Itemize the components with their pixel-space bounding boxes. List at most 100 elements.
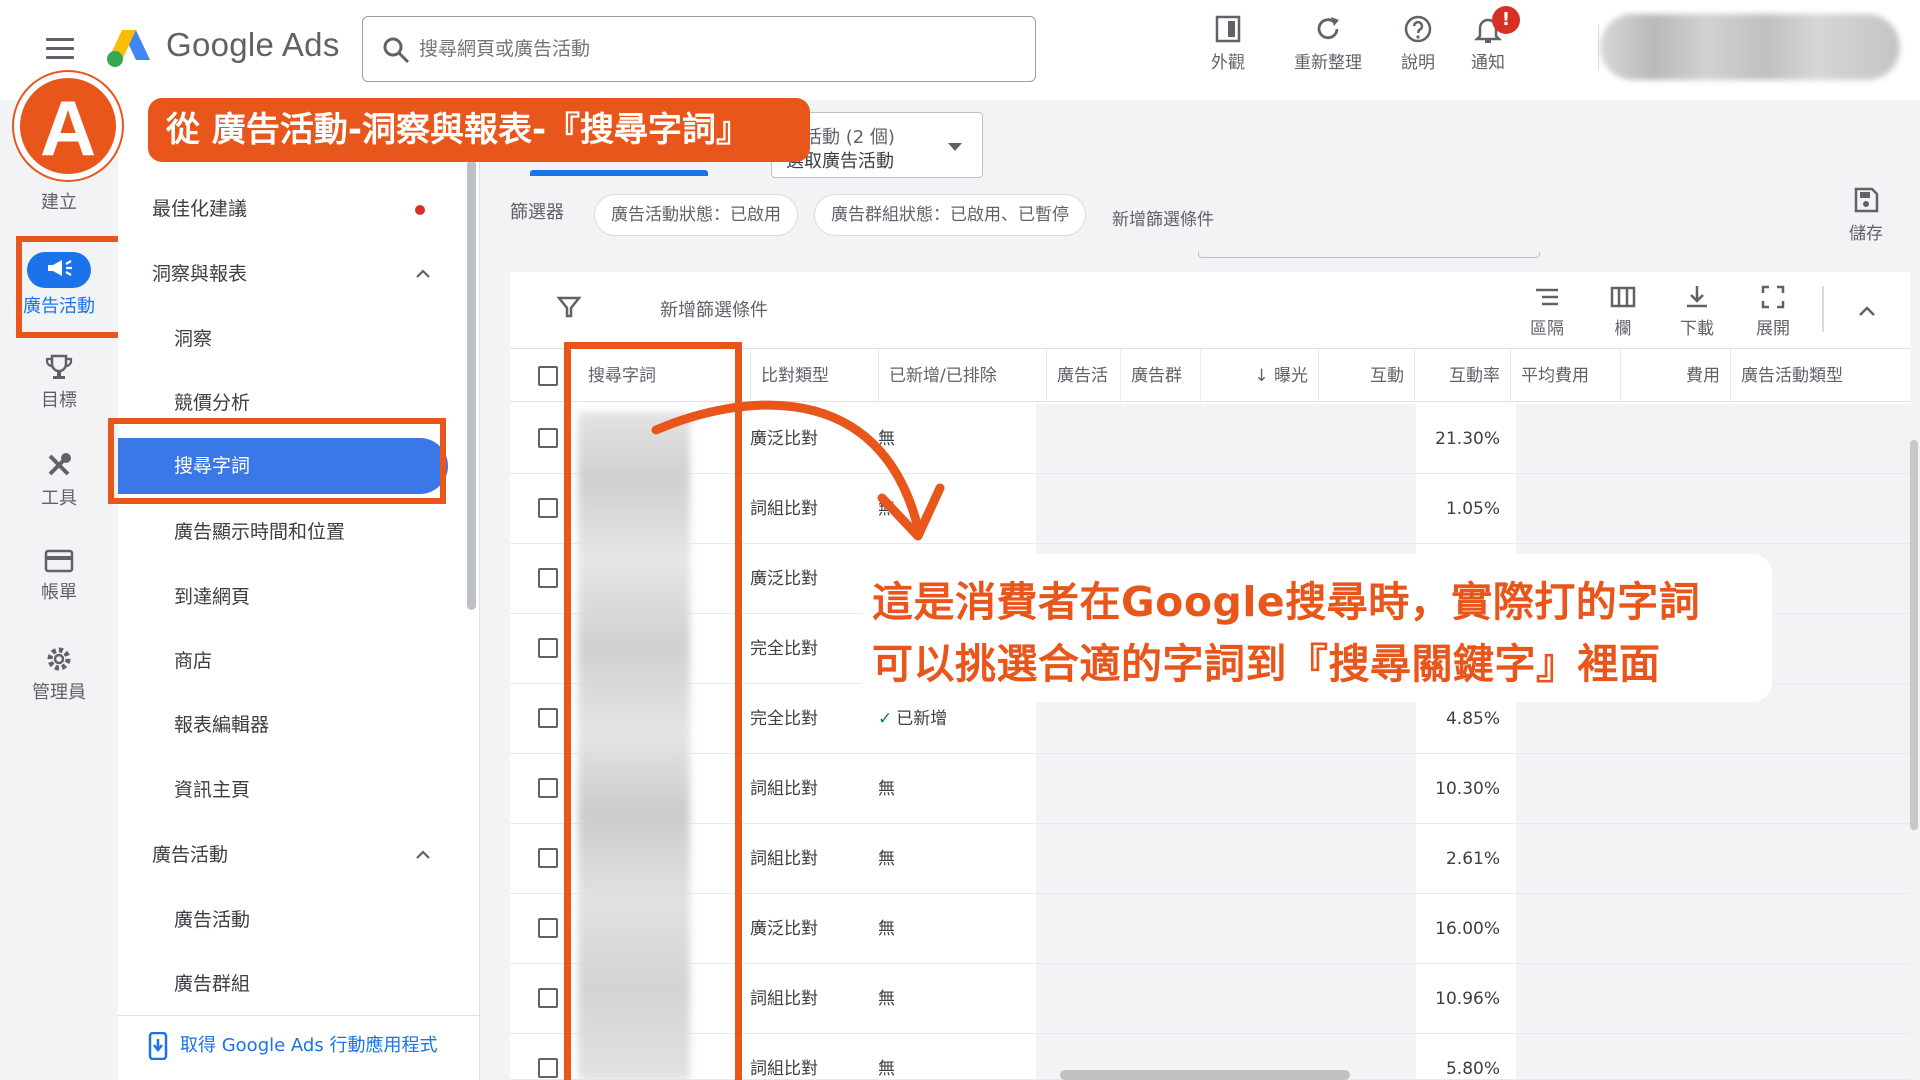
- rail-item-tools[interactable]: 工具: [0, 450, 118, 510]
- status-cell: 無: [878, 849, 895, 869]
- horizontal-scrollbar[interactable]: [1060, 1070, 1350, 1080]
- save-button[interactable]: 儲存: [1840, 186, 1892, 244]
- row-checkbox[interactable]: [538, 498, 558, 518]
- refresh-icon: [1317, 17, 1339, 40]
- ctr-cell: 5.80%: [1445, 1059, 1500, 1079]
- status-cell: 無: [878, 919, 895, 939]
- help-icon: [1404, 15, 1432, 43]
- row-checkbox[interactable]: [538, 638, 558, 658]
- ctr-cell: 21.30%: [1435, 429, 1500, 449]
- row-checkbox[interactable]: [538, 778, 558, 798]
- refresh-button[interactable]: 重新整理: [1286, 14, 1370, 78]
- segment-label: 區隔: [1530, 319, 1564, 339]
- credit-card-icon: [44, 549, 74, 573]
- menu-icon[interactable]: [46, 38, 74, 60]
- save-label: 儲存: [1849, 224, 1883, 244]
- nav-item-insights-reports[interactable]: 洞察與報表: [118, 246, 463, 302]
- segment-icon: [1536, 288, 1558, 306]
- ctr-cell: 2.61%: [1445, 849, 1500, 869]
- download-button[interactable]: 下載: [1662, 284, 1732, 339]
- status-cell: 無: [878, 989, 895, 1009]
- row-checkbox[interactable]: [538, 708, 558, 728]
- step-badge: A: [14, 72, 122, 180]
- nav-item-insights[interactable]: 洞察: [118, 311, 463, 367]
- search-terms-highlight-box: [108, 418, 446, 504]
- gear-icon: [47, 647, 71, 671]
- match-type-cell: 詞組比對: [750, 1059, 818, 1079]
- google-ads-logo-icon: [107, 30, 150, 67]
- nav-item-store[interactable]: 商店: [118, 633, 463, 689]
- notifications-button[interactable]: 通知 !: [1446, 6, 1530, 78]
- status-cell: 無: [878, 1059, 895, 1079]
- nav-item-campaigns-group[interactable]: 廣告活動: [118, 827, 463, 883]
- row-checkbox[interactable]: [538, 1058, 558, 1078]
- nav-item-when-where-ads-showed[interactable]: 廣告顯示時間和位置: [118, 504, 463, 560]
- account-switcher-blurred[interactable]: [1600, 14, 1900, 80]
- add-filter-link[interactable]: 新增篩選條件: [1112, 205, 1214, 230]
- filter-chip-campaign-status[interactable]: 廣告活動狀態：已啟用: [594, 194, 798, 236]
- rail-item-admin[interactable]: 管理員: [0, 644, 118, 704]
- nav-store-label: 商店: [174, 650, 213, 672]
- rail-tools-label: 工具: [41, 488, 77, 509]
- row-checkbox[interactable]: [538, 428, 558, 448]
- filter-chip-adgroup-status[interactable]: 廣告群組狀態：已啟用、已暫停: [814, 194, 1086, 236]
- table-add-filter[interactable]: 新增篩選條件: [660, 296, 768, 322]
- create-button[interactable]: 建立: [0, 188, 118, 214]
- tools-icon: [48, 453, 71, 476]
- row-checkbox[interactable]: [538, 988, 558, 1008]
- col-campaign-type[interactable]: 廣告活動類型: [1730, 349, 1880, 403]
- nav-scrollbar[interactable]: [467, 160, 476, 610]
- search-input[interactable]: [419, 32, 1019, 66]
- rail-item-goals[interactable]: 目標: [0, 352, 118, 412]
- col-avg-cost[interactable]: 平均費用: [1510, 349, 1620, 403]
- mobile-app-link[interactable]: 取得 Google Ads 行動應用程式: [118, 1015, 480, 1080]
- nav-item-campaigns[interactable]: 廣告活動: [118, 892, 463, 948]
- notification-badge: !: [1492, 6, 1520, 34]
- nav-item-ad-groups[interactable]: 廣告群組: [118, 956, 463, 1012]
- col-cost[interactable]: 費用: [1620, 349, 1730, 403]
- trophy-icon: [45, 354, 73, 379]
- rail-item-billing[interactable]: 帳單: [0, 548, 118, 604]
- col-campaign[interactable]: 廣告活: [1046, 349, 1120, 403]
- columns-button[interactable]: 欄: [1588, 284, 1658, 339]
- col-ad-group[interactable]: 廣告群: [1120, 349, 1200, 403]
- rail-goals-label: 目標: [41, 390, 77, 411]
- row-checkbox[interactable]: [538, 848, 558, 868]
- match-type-cell: 完全比對: [750, 639, 818, 659]
- sort-down-icon: ↓: [1254, 366, 1269, 386]
- callout-line-2: 可以挑選合適的字詞到『搜尋關鍵字』裡面: [872, 640, 1661, 688]
- chart-edge: [1198, 252, 1540, 258]
- explanation-callout: 這是消費者在Google搜尋時，實際打的字詞 可以挑選合適的字詞到『搜尋關鍵字』…: [862, 554, 1772, 702]
- curved-arrow-icon: [651, 400, 945, 541]
- row-checkbox[interactable]: [538, 568, 558, 588]
- filter-icon[interactable]: [556, 294, 582, 320]
- vertical-scrollbar[interactable]: [1910, 440, 1918, 830]
- nav-campaigns-group-label: 廣告活動: [152, 844, 229, 866]
- mobile-app-label: 取得 Google Ads 行動應用程式: [180, 1035, 438, 1056]
- row-checkbox[interactable]: [538, 918, 558, 938]
- nav-dashboards-label: 資訊主頁: [174, 779, 251, 801]
- select-all-checkbox[interactable]: [538, 366, 558, 386]
- match-type-cell: 詞組比對: [750, 989, 818, 1009]
- nav-item-dashboards[interactable]: 資訊主頁: [118, 762, 463, 818]
- appearance-label: 外觀: [1211, 53, 1245, 73]
- col-interactions[interactable]: 互動: [1318, 349, 1414, 403]
- toolbar-divider: [1598, 24, 1599, 70]
- col-interaction-rate[interactable]: 互動率: [1414, 349, 1510, 403]
- app-name: Google Ads: [166, 26, 340, 63]
- segment-button[interactable]: 區隔: [1512, 284, 1582, 339]
- chevron-up-icon[interactable]: [1856, 300, 1878, 322]
- col-impressions[interactable]: ↓ 曝光: [1200, 349, 1318, 403]
- nav-item-landing-pages[interactable]: 到達網頁: [118, 569, 463, 625]
- nav-panel: 最佳化建議 洞察與報表 洞察 競價分析 搜尋字詞 廣告顯示時間和位置 到達網頁 …: [118, 100, 480, 1080]
- nav-campaigns-label: 廣告活動: [174, 909, 251, 931]
- nav-item-recommendations[interactable]: 最佳化建議: [118, 181, 463, 237]
- appearance-button[interactable]: 外觀: [1186, 14, 1270, 78]
- columns-label: 欄: [1614, 319, 1632, 339]
- nav-insights-label: 洞察: [174, 328, 213, 350]
- nav-item-report-editor[interactable]: 報表編輯器: [118, 697, 463, 753]
- top-bar: Google Ads 外觀 重新整理 說明 通: [0, 0, 1920, 100]
- expand-button[interactable]: 展開: [1738, 284, 1808, 339]
- search-bar[interactable]: [362, 16, 1036, 82]
- ctr-cell: 10.30%: [1435, 779, 1500, 799]
